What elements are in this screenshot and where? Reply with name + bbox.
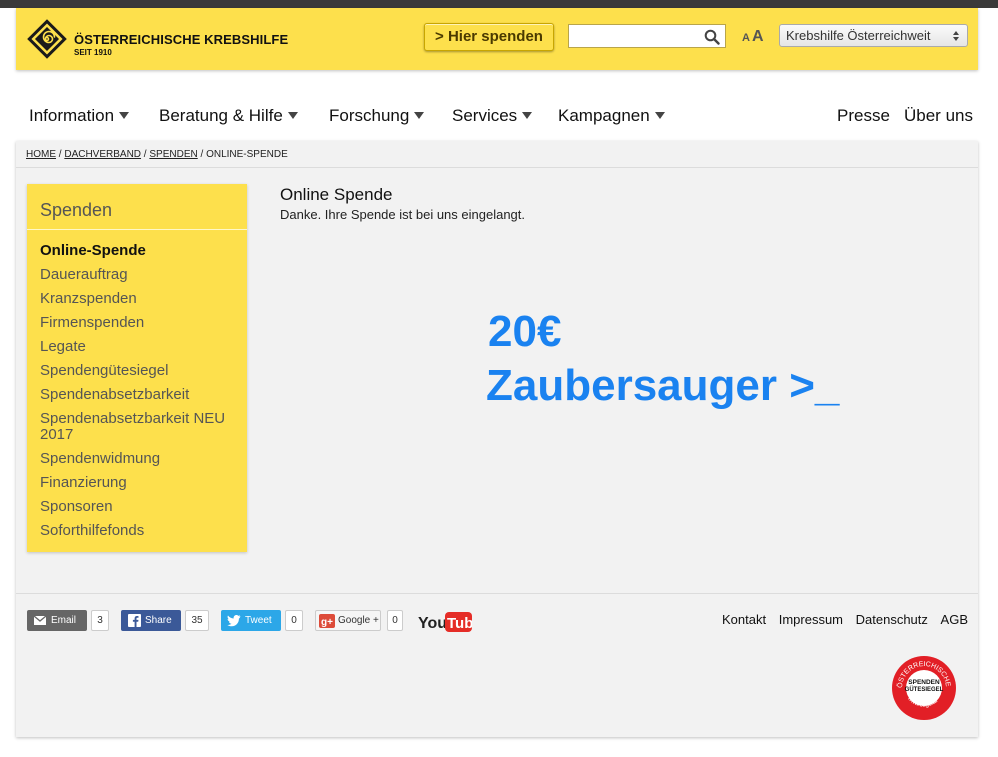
sidebar-list: Online-Spende Dauerauftrag Kranzspenden … bbox=[40, 243, 240, 547]
facebook-share-label: Share bbox=[145, 615, 172, 626]
nav-item-beratung[interactable]: Beratung & Hilfe bbox=[159, 106, 298, 126]
logo-since: SEIT 1910 bbox=[74, 48, 112, 57]
sidebar-item-dauerauftrag[interactable]: Dauerauftrag bbox=[40, 267, 240, 283]
divider bbox=[16, 167, 978, 168]
breadcrumb-current: ONLINE-SPENDE bbox=[206, 149, 288, 160]
font-size-large-button[interactable]: A bbox=[752, 28, 764, 45]
divider bbox=[16, 593, 978, 594]
nav-item-presse[interactable]: Presse bbox=[837, 106, 890, 126]
sidebar-item-finanzierung[interactable]: Finanzierung bbox=[40, 475, 240, 491]
search-icon[interactable] bbox=[704, 29, 720, 45]
donate-button[interactable]: > Hier spenden bbox=[424, 23, 554, 51]
seal-line1: SPENDEN bbox=[908, 679, 940, 686]
seal-line2: GÜTESIEGEL bbox=[905, 686, 944, 693]
google-plus-icon: g+ bbox=[319, 614, 335, 628]
nav-label: Forschung bbox=[329, 106, 410, 125]
footer-link-agb[interactable]: AGB bbox=[941, 612, 968, 627]
google-share-label: Google + bbox=[338, 615, 379, 626]
twitter-share-button[interactable]: Tweet bbox=[221, 610, 281, 631]
caret-down-icon bbox=[287, 112, 298, 119]
nav-item-forschung[interactable]: Forschung bbox=[329, 106, 425, 126]
youtube-tube-text: Tube bbox=[447, 615, 472, 632]
nav-label: Information bbox=[29, 106, 115, 125]
region-select[interactable]: Krebshilfe Österreichweit bbox=[779, 24, 968, 47]
spendenguetesiegel-seal[interactable]: ÖSTERREICHISCHES SPENDEN GÜTESIEGEL 0513… bbox=[891, 655, 957, 721]
sidebar-item-legate[interactable]: Legate bbox=[40, 339, 240, 355]
email-share-button[interactable]: Email bbox=[27, 610, 87, 631]
browser-top-strip bbox=[0, 0, 998, 8]
font-size-switcher: AA bbox=[742, 28, 764, 46]
select-arrows-icon bbox=[953, 31, 959, 41]
footer-link-impressum[interactable]: Impressum bbox=[779, 612, 843, 627]
email-share-count: 3 bbox=[91, 610, 109, 631]
nav-label: Services bbox=[452, 106, 518, 125]
search-input[interactable] bbox=[573, 27, 703, 47]
sidebar-item-spendenabsetzbarkeit[interactable]: Spendenabsetzbarkeit bbox=[40, 387, 240, 403]
sidebar: Spenden Online-Spende Dauerauftrag Kranz… bbox=[27, 184, 247, 552]
caret-down-icon bbox=[414, 112, 425, 119]
nav-item-services[interactable]: Services bbox=[452, 106, 533, 126]
confirmation-message: Danke. Ihre Spende ist bei uns eingelang… bbox=[280, 207, 526, 222]
svg-text:g+: g+ bbox=[321, 617, 333, 628]
breadcrumb-home[interactable]: HOME bbox=[26, 149, 56, 160]
nav-item-information[interactable]: Information bbox=[29, 106, 130, 126]
logo-name: ÖSTERREICHISCHE KREBSHILFE bbox=[74, 32, 289, 47]
krebshilfe-logo-icon bbox=[27, 19, 67, 59]
font-size-small-button[interactable]: A bbox=[742, 32, 750, 44]
facebook-share-count: 35 bbox=[185, 610, 209, 631]
sidebar-item-spendenguetesiegel[interactable]: Spendengütesiegel bbox=[40, 363, 240, 379]
caret-down-icon bbox=[119, 112, 130, 119]
envelope-icon bbox=[33, 615, 47, 625]
caret-down-icon bbox=[654, 112, 665, 119]
breadcrumb-dachverband[interactable]: DACHVERBAND bbox=[64, 149, 141, 160]
twitter-bird-icon bbox=[227, 615, 241, 627]
sidebar-item-spendenabsetzbarkeit-neu[interactable]: Spendenabsetzbarkeit NEU 2017 bbox=[40, 411, 240, 443]
nav-label: Kampagnen bbox=[558, 106, 650, 125]
nav-label: Beratung & Hilfe bbox=[159, 106, 283, 125]
footer-link-kontakt[interactable]: Kontakt bbox=[722, 612, 766, 627]
site-header: ÖSTERREICHISCHE KREBSHILFE SEIT 1910 > H… bbox=[16, 8, 978, 70]
facebook-icon bbox=[128, 614, 141, 627]
google-share-count: 0 bbox=[387, 610, 403, 631]
page-title: Online Spende bbox=[280, 185, 393, 204]
overlay-text: Zaubersauger >_ bbox=[486, 361, 840, 410]
nav-item-ueber-uns[interactable]: Über uns bbox=[904, 106, 973, 126]
sidebar-item-kranzspenden[interactable]: Kranzspenden bbox=[40, 291, 240, 307]
caret-down-icon bbox=[522, 112, 533, 119]
footer-link-datenschutz[interactable]: Datenschutz bbox=[856, 612, 928, 627]
main-nav: Information Beratung & Hilfe Forschung S… bbox=[16, 106, 978, 132]
email-share-label: Email bbox=[51, 615, 77, 626]
sidebar-title: Spenden bbox=[40, 200, 113, 220]
breadcrumb: HOME / DACHVERBAND / SPENDEN / ONLINE-SP… bbox=[26, 149, 288, 160]
sidebar-item-firmenspenden[interactable]: Firmenspenden bbox=[40, 315, 240, 331]
divider bbox=[27, 229, 247, 230]
facebook-share-button[interactable]: Share bbox=[121, 610, 181, 631]
region-select-value: Krebshilfe Österreichweit bbox=[786, 28, 931, 43]
overlay-amount: 20€ bbox=[488, 307, 562, 356]
sidebar-item-sponsoren[interactable]: Sponsoren bbox=[40, 499, 240, 515]
youtube-you-text: You bbox=[418, 615, 447, 632]
nav-item-kampagnen[interactable]: Kampagnen bbox=[558, 106, 665, 126]
sidebar-item-soforthilfefonds[interactable]: Soforthilfefonds bbox=[40, 523, 240, 539]
youtube-icon[interactable]: You Tube bbox=[418, 611, 472, 633]
search-box bbox=[568, 24, 726, 48]
footer-links: Kontakt Impressum Datenschutz AGB bbox=[713, 612, 968, 627]
breadcrumb-spenden[interactable]: SPENDEN bbox=[149, 149, 197, 160]
sidebar-item-online-spende[interactable]: Online-Spende bbox=[40, 243, 240, 259]
content-card: HOME / DACHVERBAND / SPENDEN / ONLINE-SP… bbox=[16, 141, 978, 737]
sidebar-item-spendenwidmung[interactable]: Spendenwidmung bbox=[40, 451, 240, 467]
google-share-button[interactable]: g+ Google + bbox=[315, 610, 381, 631]
twitter-share-label: Tweet bbox=[245, 615, 272, 626]
twitter-share-count: 0 bbox=[285, 610, 303, 631]
